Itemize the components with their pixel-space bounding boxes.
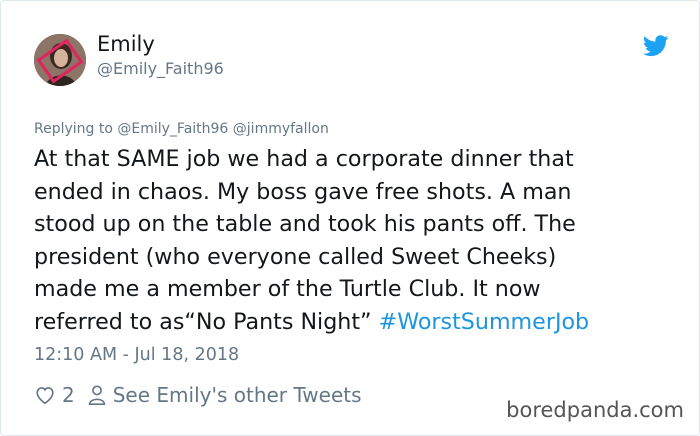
tweet-timestamp[interactable]: 12:10 AM - Jul 18, 2018	[34, 345, 239, 365]
tweet-body: At that SAME job we had a corporate dinn…	[34, 146, 576, 335]
tweet-actions: 2 See Emily's other Tweets	[34, 381, 362, 409]
avatar-image	[34, 34, 86, 86]
avatar[interactable]	[34, 34, 86, 86]
display-name[interactable]: Emily	[97, 32, 155, 56]
other-tweets-link[interactable]: See Emily's other Tweets	[113, 383, 362, 407]
watermark: boredpanda.com	[506, 398, 684, 422]
heart-icon[interactable]	[34, 384, 56, 406]
tweet-text: At that SAME job we had a corporate dinn…	[34, 143, 674, 339]
twitter-bird-icon[interactable]	[643, 35, 669, 57]
tweet-card: Emily @Emily_Faith96 Replying to @Emily_…	[0, 0, 700, 436]
reply-context: Replying to @Emily_Faith96 @jimmyfallon	[34, 121, 329, 137]
person-icon	[88, 385, 105, 405]
hashtag-link[interactable]: #WorstSummerJob	[379, 309, 590, 335]
user-handle[interactable]: @Emily_Faith96	[97, 59, 224, 78]
like-count[interactable]: 2	[62, 383, 75, 407]
